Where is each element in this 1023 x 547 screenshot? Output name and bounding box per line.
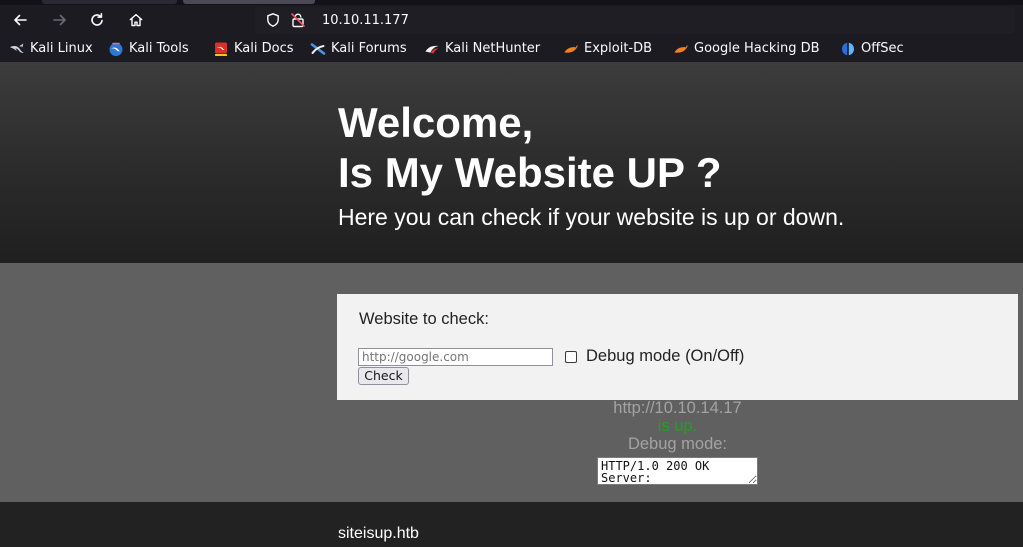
bookmark-kali-docs[interactable]: Kali Docs (211, 39, 296, 59)
bookmark-label: Kali Forums (331, 41, 407, 56)
debug-mode-label: Debug mode (On/Off) (586, 347, 745, 365)
bookmark-label: Exploit-DB (584, 41, 653, 56)
reload-button[interactable] (84, 7, 110, 33)
bookmark-label: OffSec (861, 41, 904, 56)
insecure-lock-icon[interactable] (290, 12, 306, 28)
page-footer: siteisup.htb (0, 502, 1023, 547)
debug-mode-heading: Debug mode: (627, 435, 728, 453)
exploit-db-icon (563, 41, 579, 57)
url-text[interactable]: 10.10.11.177 (322, 7, 409, 34)
shield-icon[interactable] (265, 12, 281, 28)
browser-toolbar: 10.10.11.177 (0, 5, 1023, 36)
kali-forums-icon (310, 41, 326, 57)
check-form-panel: Website to check: Debug mode (On/Off) Ch… (337, 294, 1018, 400)
home-icon (128, 12, 144, 28)
bookmark-offsec[interactable]: OffSec (838, 39, 906, 59)
browser-tab-active[interactable] (183, 0, 315, 4)
bookmark-kali-tools[interactable]: Kali Tools (106, 39, 191, 59)
footer-domain: siteisup.htb (338, 525, 419, 542)
reload-icon (89, 12, 105, 28)
arrow-left-icon (12, 12, 28, 28)
home-button[interactable] (123, 7, 149, 33)
page-title-line-2: Is My Website UP ? (338, 149, 722, 196)
kali-tools-icon (108, 41, 124, 57)
website-url-input[interactable] (358, 348, 553, 366)
page-subtitle: Here you can check if your website is up… (338, 204, 845, 230)
bookmark-google-hacking-db[interactable]: Google Hacking DB (671, 39, 822, 59)
kali-dragon-icon (9, 41, 25, 57)
hero-section: Welcome, Is My Website UP ? Here you can… (0, 62, 1023, 263)
page-title-line-1: Welcome, (338, 99, 534, 146)
forward-button[interactable] (47, 7, 73, 33)
browser-tab[interactable] (42, 0, 177, 4)
kali-docs-icon (213, 41, 229, 57)
checked-url: http://10.10.14.17 (613, 399, 742, 417)
website-label: Website to check: (359, 310, 489, 328)
url-bar[interactable]: 10.10.11.177 (255, 7, 1015, 34)
arrow-right-icon (52, 12, 68, 28)
bookmark-label: Kali NetHunter (445, 41, 541, 56)
bookmark-kali-nethunter[interactable]: Kali NetHunter (422, 39, 542, 59)
bookmark-label: Kali Docs (234, 41, 294, 56)
check-button[interactable]: Check (358, 367, 409, 385)
check-section: Website to check: Debug mode (On/Off) Ch… (0, 263, 1023, 502)
offsec-icon (840, 41, 856, 57)
bookmarks-bar: Kali Linux Kali Tools Kali Docs Kali For… (0, 36, 1023, 62)
bookmark-label: Google Hacking DB (694, 41, 820, 56)
kali-nethunter-icon (424, 41, 440, 57)
bookmark-kali-linux[interactable]: Kali Linux (7, 39, 95, 59)
debug-mode-checkbox[interactable] (565, 351, 577, 363)
back-button[interactable] (7, 7, 33, 33)
status-text: is up. (657, 417, 698, 435)
bookmark-exploit-db[interactable]: Exploit-DB (561, 39, 654, 59)
debug-output-textarea[interactable]: HTTP/1.0 200 OK Server: (597, 457, 758, 485)
exploit-db-icon (673, 41, 689, 57)
check-result: http://10.10.14.17 is up. Debug mode: HT… (337, 399, 1018, 489)
bookmark-kali-forums[interactable]: Kali Forums (308, 39, 409, 59)
web-page: Welcome, Is My Website UP ? Here you can… (0, 62, 1023, 547)
bookmark-label: Kali Linux (30, 41, 93, 56)
bookmark-label: Kali Tools (129, 41, 189, 56)
